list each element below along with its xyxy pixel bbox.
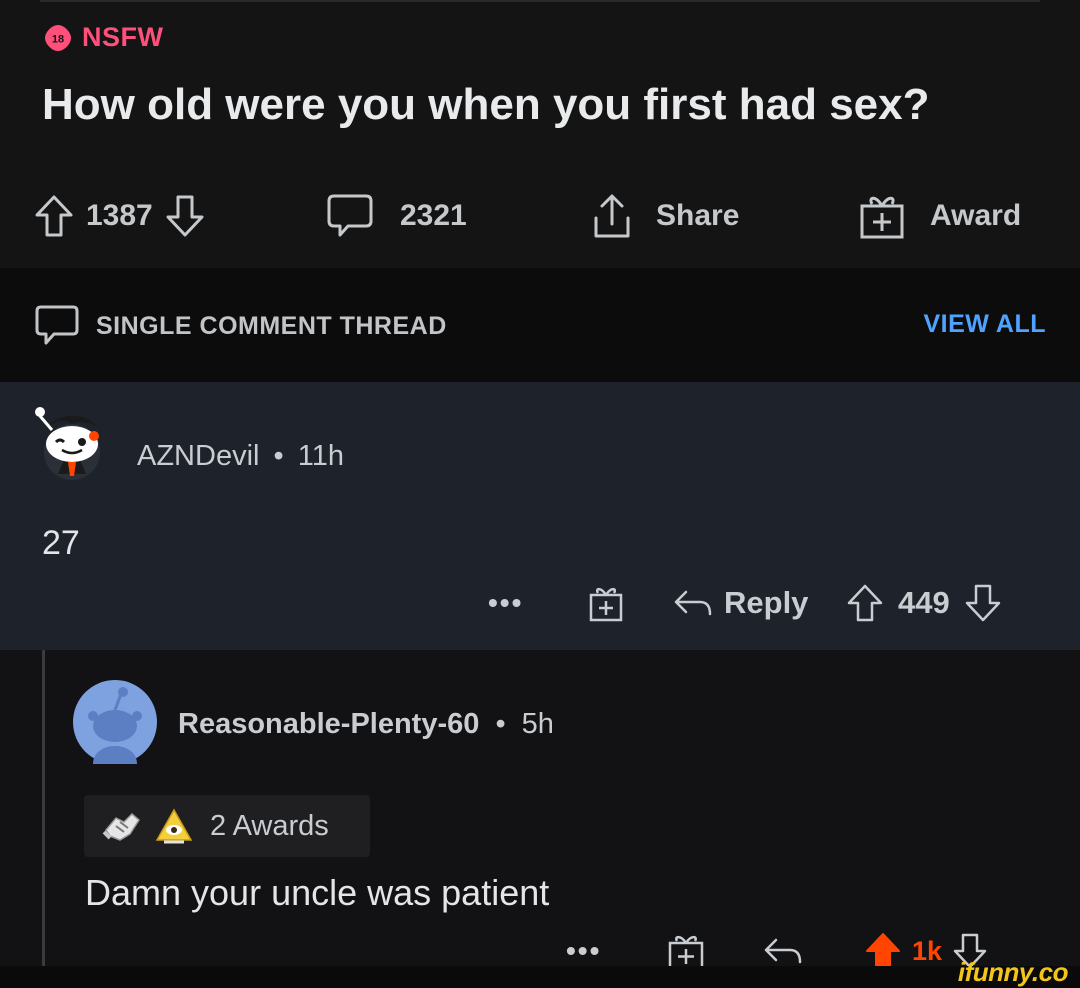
nsfw-18-icon: 18	[45, 24, 71, 51]
reply-arrow-icon	[674, 590, 712, 616]
awards-count: 2 Awards	[210, 809, 329, 842]
gift-icon	[589, 587, 623, 622]
divider	[40, 0, 1040, 2]
comment-body: 27	[42, 524, 80, 562]
thread-title: SINGLE COMMENT THREAD	[34, 304, 447, 348]
comment-meta: AZNDevil • 11h	[137, 440, 344, 473]
comment-count: 2321	[400, 199, 467, 232]
share-label: Share	[656, 199, 740, 232]
eye-triangle-award-icon	[155, 808, 193, 844]
username[interactable]: AZNDevil	[137, 440, 259, 472]
timestamp: 11h	[297, 440, 344, 472]
username[interactable]: Reasonable-Plenty-60	[178, 708, 479, 740]
thread-line[interactable]	[42, 650, 45, 968]
gift-icon	[668, 935, 704, 971]
award-button[interactable]	[588, 576, 624, 630]
ifunny-watermark: ifunny.co	[957, 957, 1069, 987]
meta-separator: •	[495, 708, 506, 740]
upvote-icon[interactable]	[34, 194, 74, 238]
awards-badge[interactable]: 2 Awards	[84, 795, 370, 857]
comment-highlighted: AZNDevil • 11h 27 ••• Reply 449	[0, 382, 1080, 650]
gift-icon	[860, 196, 904, 239]
thread-label: SINGLE COMMENT THREAD	[96, 311, 447, 340]
timestamp: 5h	[521, 708, 554, 740]
comment-body: Damn your uncle was patient	[85, 872, 550, 913]
post-score: 1387	[86, 199, 153, 232]
downvote-icon[interactable]	[165, 194, 205, 238]
comment-vote: 449	[846, 576, 1002, 630]
comment-bubble-icon	[327, 194, 373, 237]
handshake-award-icon	[102, 812, 140, 841]
reply-label: Reply	[724, 585, 809, 620]
award-label: Award	[930, 199, 1022, 232]
comment-meta: Reasonable-Plenty-60 • 5h	[178, 708, 554, 741]
comments-button[interactable]: 2321	[326, 186, 467, 246]
share-icon	[594, 194, 630, 238]
upvote-icon[interactable]	[846, 583, 884, 623]
bottom-strip	[0, 966, 1080, 988]
svg-text:18: 18	[52, 33, 64, 45]
view-all-link[interactable]: VIEW ALL	[923, 310, 1046, 339]
reply-button[interactable]: Reply	[672, 576, 808, 630]
post-card: 18 NSFW How old were you when you first …	[0, 0, 1080, 268]
nsfw-label: NSFW	[82, 22, 164, 52]
share-button[interactable]: Share	[590, 186, 739, 246]
post-title[interactable]: How old were you when you first had sex?	[42, 80, 929, 130]
meta-separator: •	[273, 440, 284, 472]
avatar[interactable]	[32, 400, 112, 480]
thread-header: SINGLE COMMENT THREAD VIEW ALL	[0, 268, 1080, 382]
downvote-icon[interactable]	[964, 583, 1002, 623]
upvote-filled-icon[interactable]	[864, 931, 902, 971]
comment-actions: ••• Reply 449	[0, 576, 1080, 630]
award-button[interactable]: Award	[858, 186, 1021, 246]
avatar[interactable]	[73, 680, 157, 764]
comment-score: 1k	[912, 935, 943, 966]
post-vote: 1387	[34, 186, 205, 246]
nsfw-tag: 18 NSFW	[44, 22, 163, 53]
post-actions: 1387 2321 Share Award	[0, 186, 1080, 246]
comment-reply: Reasonable-Plenty-60 • 5h 2 Awards Damn …	[0, 650, 1080, 988]
comment-bubble-icon	[35, 305, 79, 345]
reply-arrow-icon	[764, 938, 802, 964]
more-options-button[interactable]: •••	[488, 576, 523, 630]
comment-score: 449	[898, 585, 950, 620]
